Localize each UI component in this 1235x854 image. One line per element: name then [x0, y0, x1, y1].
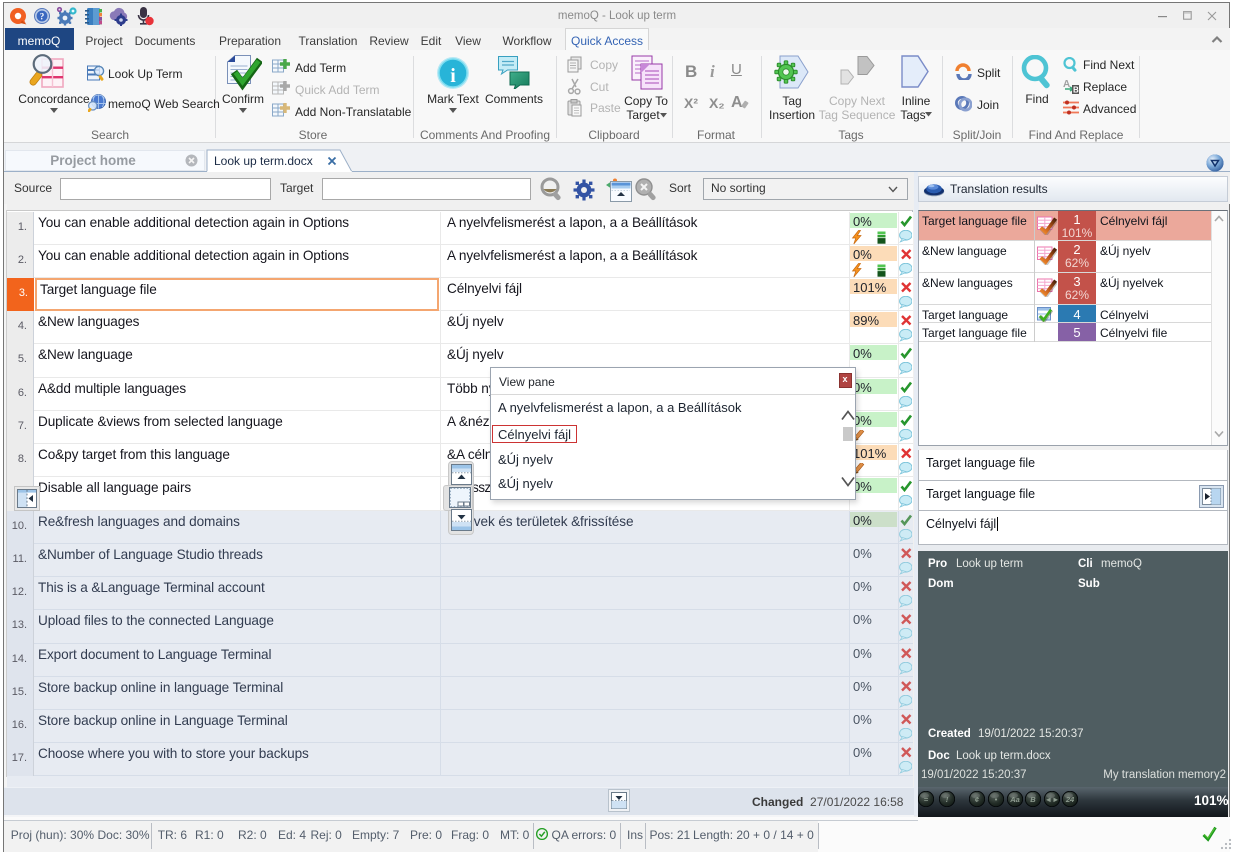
- svg-text:B: B: [1073, 86, 1079, 95]
- svg-text:◄►: ◄►: [1045, 795, 1060, 804]
- svg-text:24: 24: [1065, 795, 1075, 804]
- svg-text:i: i: [450, 65, 456, 87]
- svg-text:?: ?: [40, 11, 45, 21]
- svg-text:•: •: [995, 795, 998, 804]
- svg-text:=: =: [924, 795, 929, 804]
- svg-text:B: B: [1030, 795, 1036, 804]
- svg-text:Aa: Aa: [1009, 795, 1020, 804]
